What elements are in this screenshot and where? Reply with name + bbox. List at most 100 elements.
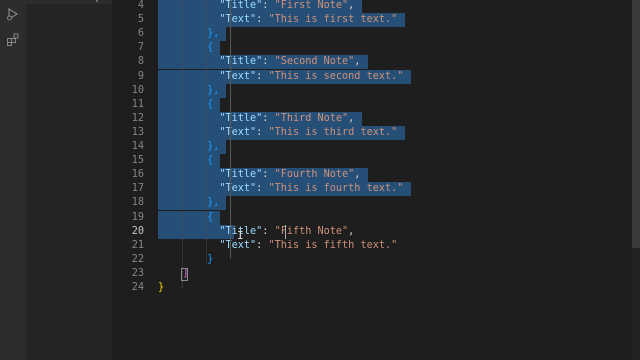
line-number: 8: [137, 56, 144, 68]
code-text: },: [158, 140, 219, 154]
code-line[interactable]: 8 "Title": "Second Note",: [112, 55, 632, 70]
json-punctuation: ,: [348, 0, 355, 11]
code-text: {: [158, 98, 213, 112]
code-line[interactable]: 24}: [112, 281, 632, 295]
line-number: 10: [131, 84, 144, 96]
line-number: 19: [131, 211, 144, 223]
json-punctuation: },: [207, 28, 220, 40]
json-string: "First Note": [274, 0, 349, 11]
line-number: 17: [131, 183, 144, 195]
code-text: "Text": "This is second text.": [158, 70, 403, 84]
code-text: "Text": "This is fourth text.": [158, 182, 403, 196]
code-text: "Title": "Fourth Note",: [158, 168, 360, 182]
line-number: 24: [131, 282, 144, 293]
run-debug-icon[interactable]: [5, 6, 21, 22]
code-text: {: [158, 41, 213, 55]
extensions-icon[interactable]: [5, 32, 21, 48]
line-number: 13: [131, 126, 144, 138]
line-number: 7: [137, 42, 144, 54]
code-text: "Title": "Third Note",: [158, 112, 354, 126]
json-string: "This is third text.": [268, 126, 398, 138]
json-string: "This is fourth text.": [268, 183, 404, 195]
code-line[interactable]: 18 },: [112, 196, 632, 211]
json-key: "Text": [219, 183, 257, 195]
json-key: "Title": [219, 0, 263, 11]
code-text: {: [158, 211, 213, 225]
code-text: },: [158, 196, 219, 210]
line-number: 16: [131, 169, 144, 181]
json-punctuation: },: [207, 84, 220, 96]
code-line[interactable]: 19 {: [112, 210, 632, 225]
code-line[interactable]: 20 "Title": "Fifth Note",: [112, 224, 632, 239]
line-number: 20: [131, 225, 144, 237]
code-text: "Text": "This is third text.": [158, 126, 397, 140]
code-line[interactable]: 6 },: [112, 27, 632, 42]
code-line[interactable]: 13 "Text": "This is third text.": [112, 125, 632, 140]
json-punctuation: },: [207, 141, 220, 152]
code-line[interactable]: 5 "Text": "This is first text.": [112, 13, 632, 28]
code-line[interactable]: 21 "Text": "This is fifth text.": [112, 239, 632, 253]
line-number: 6: [137, 28, 144, 40]
code-line[interactable]: 17 "Text": "This is fourth text.": [112, 182, 632, 197]
json-punctuation: :: [256, 183, 269, 195]
text-cursor: [285, 224, 286, 239]
line-number: 5: [137, 14, 144, 26]
bracket-match-highlight: [181, 268, 188, 281]
code-text: },: [158, 84, 219, 98]
code-line[interactable]: 4 "Title": "First Note",: [112, 0, 632, 13]
line-number: 23: [131, 267, 144, 279]
json-punctuation: :: [256, 239, 269, 251]
code-text: }: [158, 253, 213, 267]
line-number: 12: [131, 112, 144, 124]
code-line[interactable]: 12 "Title": "Third Note",: [112, 111, 632, 126]
line-number: 15: [131, 155, 144, 167]
line-number: 11: [131, 98, 144, 110]
vertical-scrollbar-thumb[interactable]: [632, 0, 640, 248]
json-punctuation: :: [256, 70, 269, 82]
code-line[interactable]: 16 "Title": "Fourth Note",: [112, 168, 632, 183]
line-number: 14: [131, 141, 144, 152]
code-line[interactable]: 23 ]: [112, 267, 632, 281]
code-line[interactable]: 9 "Text": "This is second text.": [112, 69, 632, 84]
json-string: "This is first text.": [268, 14, 398, 26]
json-punctuation: :: [262, 169, 275, 181]
code-text: "Text": "This is first text.": [158, 13, 397, 27]
line-number: 22: [131, 253, 144, 265]
json-string: "Second Note": [274, 56, 355, 68]
json-punctuation: :: [262, 0, 275, 11]
code-text: "Text": "This is fifth text.": [158, 239, 397, 253]
json-punctuation: },: [207, 197, 220, 209]
code-line[interactable]: 7 {: [112, 41, 632, 56]
code-line[interactable]: 15 {: [112, 154, 632, 169]
line-number: 9: [137, 70, 144, 82]
code-text: "Title": "Fifth Note",: [158, 225, 354, 239]
side-panel-header: [26, 0, 112, 4]
code-text: }: [158, 281, 164, 295]
json-punctuation: ,: [348, 112, 355, 124]
json-key: "Title": [219, 56, 263, 68]
json-punctuation: :: [262, 56, 275, 68]
code-editor[interactable]: 4 "Title": "First Note", 5 "Text": "This …: [112, 0, 632, 360]
json-punctuation: :: [256, 126, 269, 138]
json-key: "Title": [219, 169, 263, 181]
indent-guide: [206, 0, 208, 264]
json-key: "Text": [219, 126, 257, 138]
line-number: 4: [137, 0, 144, 11]
json-punctuation: :: [262, 225, 275, 237]
code-line[interactable]: 14 },: [112, 140, 632, 154]
mouse-ibeam-icon: I: [237, 228, 244, 242]
json-string: "Fourth Note": [274, 169, 355, 181]
json-key: "Text": [219, 70, 257, 82]
code-line[interactable]: 11 {: [112, 97, 632, 112]
json-punctuation: :: [262, 112, 275, 124]
activity-bar: [0, 0, 26, 360]
line-number: 21: [131, 239, 144, 251]
json-string: "Third Note": [274, 112, 349, 124]
code-line[interactable]: 10 },: [112, 83, 632, 98]
line-number: 18: [131, 197, 144, 209]
json-punctuation: }: [158, 282, 165, 293]
code-line[interactable]: 22 }: [112, 253, 632, 267]
side-panel: [26, 0, 112, 360]
code-text: "Title": "First Note",: [158, 0, 354, 13]
json-string: "This is fifth text.": [268, 239, 398, 251]
